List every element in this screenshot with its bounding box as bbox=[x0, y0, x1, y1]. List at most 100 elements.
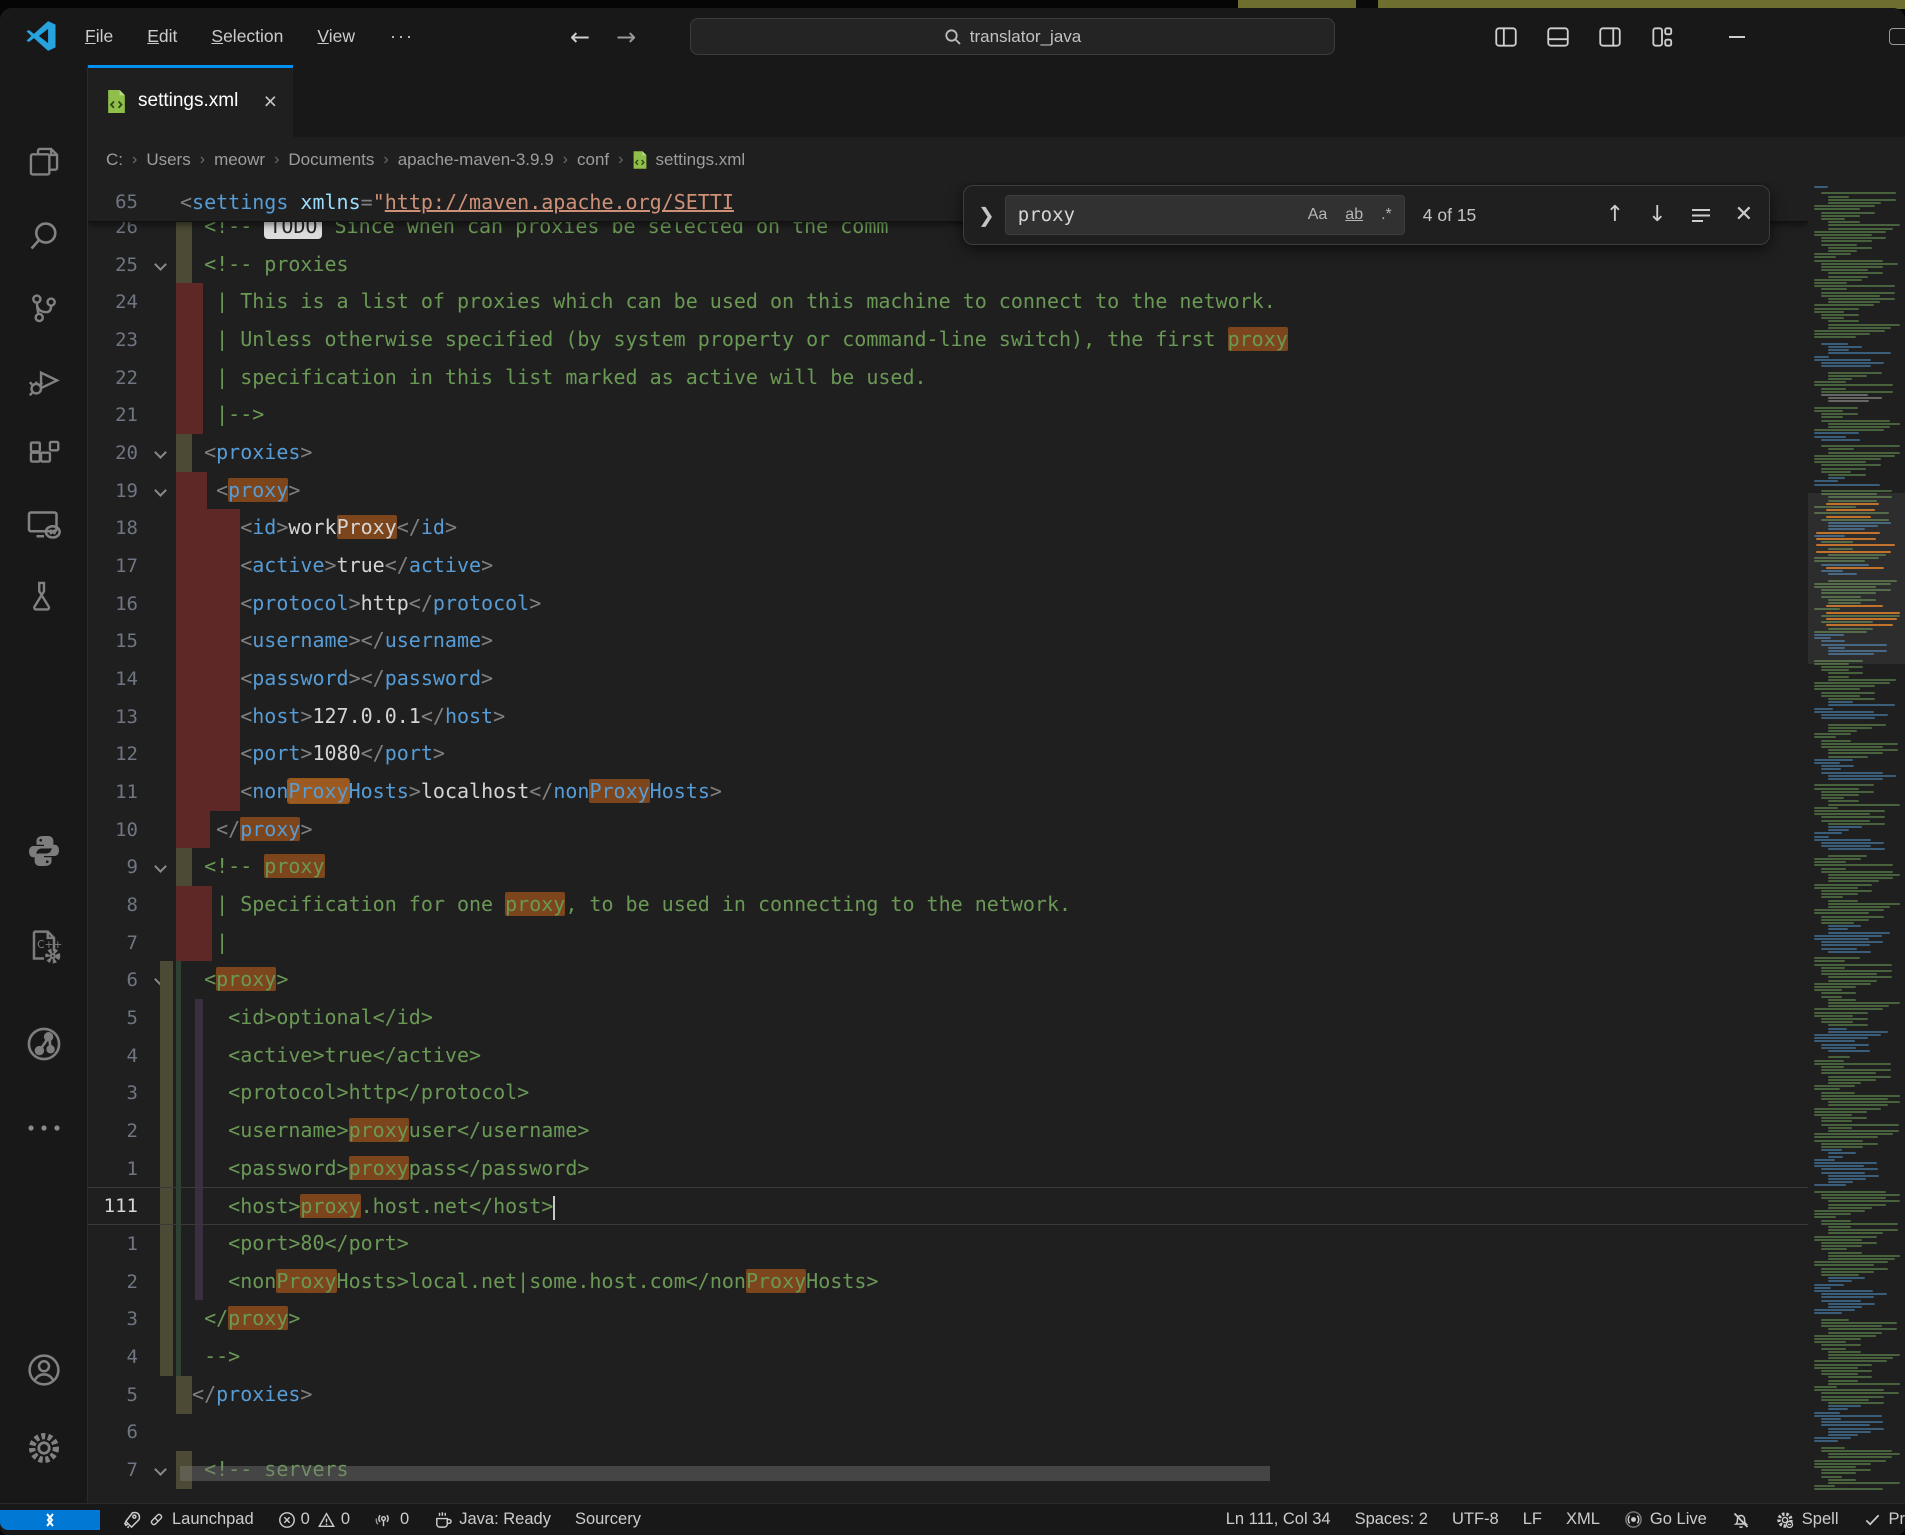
java-status-item[interactable]: Java: Ready bbox=[421, 1510, 563, 1529]
horizontal-scrollbar[interactable] bbox=[180, 1466, 1270, 1481]
code-line[interactable]: 25 <!-- proxies bbox=[88, 246, 1905, 284]
code-line[interactable]: 4 <active>true</active> bbox=[88, 1037, 1905, 1075]
tab-settings-xml[interactable]: settings.xml × bbox=[88, 65, 293, 137]
find-input[interactable]: proxy Aa ab .* bbox=[1005, 195, 1405, 235]
code-line[interactable]: 7 | bbox=[88, 924, 1905, 962]
code-line[interactable]: 12 <port>1080</port> bbox=[88, 735, 1905, 773]
testing-icon[interactable] bbox=[0, 577, 88, 615]
minimap-slider[interactable] bbox=[1808, 493, 1905, 664]
code-editor[interactable]: 26 <!-- TODO Since when can proxies be s… bbox=[88, 182, 1905, 1503]
code-line[interactable]: 3 <protocol>http</protocol> bbox=[88, 1074, 1905, 1112]
run-debug-icon[interactable] bbox=[0, 362, 88, 400]
fold-chevron-icon[interactable] bbox=[154, 861, 167, 874]
indentation-item[interactable]: Spaces: 2 bbox=[1343, 1510, 1440, 1529]
code-line[interactable]: 9 <!-- proxy bbox=[88, 848, 1905, 886]
spell-checker-item[interactable]: Spell bbox=[1763, 1510, 1851, 1530]
minimap[interactable] bbox=[1808, 182, 1905, 1503]
code-lines[interactable]: 26 <!-- TODO Since when can proxies be s… bbox=[88, 208, 1905, 1489]
cpp-tools-icon[interactable]: C++ bbox=[0, 926, 88, 966]
code-line[interactable]: 14 <password></password> bbox=[88, 660, 1905, 698]
breadcrumb-item-conf[interactable]: conf bbox=[577, 150, 609, 170]
command-center-search[interactable]: translator_java bbox=[690, 18, 1335, 55]
next-match-icon[interactable]: ↓ bbox=[1648, 204, 1666, 226]
code-line[interactable]: 10 </proxy> bbox=[88, 811, 1905, 849]
breadcrumb-item-drive[interactable]: C: bbox=[106, 150, 123, 170]
previous-match-icon[interactable]: ↑ bbox=[1606, 204, 1624, 226]
code-line[interactable]: 13 <host>127.0.0.1</host> bbox=[88, 698, 1905, 736]
code-line[interactable]: 19 <proxy> bbox=[88, 472, 1905, 510]
code-line[interactable]: 6 <proxy> bbox=[88, 961, 1905, 999]
problems-item[interactable]: 0 0 bbox=[266, 1510, 362, 1529]
code-line[interactable]: 1 <password>proxypass</password> bbox=[88, 1150, 1905, 1188]
code-line[interactable]: 3 </proxy> bbox=[88, 1300, 1905, 1338]
search-sidebar-icon[interactable] bbox=[0, 217, 88, 255]
current-code-line[interactable]: 111 <host>proxy.host.net</host> bbox=[88, 1187, 1905, 1225]
settings-gear-icon[interactable] bbox=[0, 1428, 88, 1468]
breadcrumb-item-maven[interactable]: apache-maven-3.9.9 bbox=[398, 150, 554, 170]
code-line[interactable]: 22 | specification in this list marked a… bbox=[88, 359, 1905, 397]
formatter-item[interactable]: Pr bbox=[1851, 1510, 1905, 1529]
customize-layout-icon[interactable] bbox=[1649, 24, 1675, 50]
code-line[interactable]: 16 <protocol>http</protocol> bbox=[88, 585, 1905, 623]
code-line[interactable]: 5 <id>optional</id> bbox=[88, 999, 1905, 1037]
eol-item[interactable]: LF bbox=[1511, 1510, 1554, 1529]
menu-file[interactable]: File bbox=[72, 20, 126, 53]
match-case-icon[interactable]: Aa bbox=[1304, 204, 1332, 226]
code-line[interactable]: 6 bbox=[88, 1414, 1905, 1452]
code-line[interactable]: 17 <active>true</active> bbox=[88, 547, 1905, 585]
remote-indicator[interactable] bbox=[0, 1510, 100, 1530]
toggle-panel-icon[interactable] bbox=[1545, 24, 1571, 50]
menu-selection[interactable]: Selection bbox=[198, 20, 296, 53]
toggle-secondary-sidebar-icon[interactable] bbox=[1597, 24, 1623, 50]
ports-item[interactable]: 0 bbox=[362, 1510, 421, 1529]
menu-view[interactable]: View bbox=[304, 20, 368, 53]
regex-icon[interactable]: .* bbox=[1377, 204, 1396, 226]
find-in-selection-icon[interactable] bbox=[1691, 206, 1711, 224]
launchpad-item[interactable]: Launchpad bbox=[110, 1510, 266, 1529]
go-back-icon[interactable]: ← bbox=[570, 23, 590, 51]
code-line[interactable]: 20 <proxies> bbox=[88, 434, 1905, 472]
additional-views-icon[interactable] bbox=[0, 1121, 88, 1135]
toggle-replace-chevron-icon[interactable]: ❯ bbox=[972, 203, 1005, 227]
cursor-position-item[interactable]: Ln 111, Col 34 bbox=[1214, 1510, 1343, 1529]
sourcery-item[interactable]: Sourcery bbox=[563, 1510, 653, 1529]
explorer-icon[interactable] bbox=[0, 143, 88, 181]
fold-chevron-icon[interactable] bbox=[154, 484, 167, 497]
encoding-item[interactable]: UTF-8 bbox=[1440, 1510, 1511, 1529]
minimize-button[interactable] bbox=[1729, 8, 1745, 65]
code-line[interactable]: 8 | Specification for one proxy, to be u… bbox=[88, 886, 1905, 924]
breadcrumb-item-users[interactable]: Users bbox=[146, 150, 190, 170]
code-line[interactable]: 11 <nonProxyHosts>localhost</nonProxyHos… bbox=[88, 773, 1905, 811]
code-line[interactable]: 15 <username></username> bbox=[88, 622, 1905, 660]
go-forward-icon[interactable]: → bbox=[616, 23, 636, 51]
fold-chevron-icon[interactable] bbox=[154, 1463, 167, 1476]
breadcrumb-item-file[interactable]: settings.xml bbox=[632, 150, 745, 170]
source-control-icon[interactable] bbox=[0, 289, 88, 327]
language-mode-item[interactable]: XML bbox=[1554, 1510, 1612, 1529]
python-icon[interactable] bbox=[0, 831, 88, 871]
fold-chevron-icon[interactable] bbox=[154, 258, 167, 271]
code-line[interactable]: 4 --> bbox=[88, 1338, 1905, 1376]
code-line[interactable]: 1 <port>80</port> bbox=[88, 1225, 1905, 1263]
extensions-icon[interactable] bbox=[0, 436, 88, 474]
code-line[interactable]: 2 <username>proxyuser</username> bbox=[88, 1112, 1905, 1150]
remote-explorer-icon[interactable] bbox=[0, 505, 88, 545]
breadcrumb-item-documents[interactable]: Documents bbox=[288, 150, 374, 170]
tab-close-icon[interactable]: × bbox=[264, 90, 277, 113]
vscode-logo-icon[interactable] bbox=[24, 19, 58, 58]
code-line[interactable]: 2 <nonProxyHosts>local.net|some.host.com… bbox=[88, 1263, 1905, 1301]
code-line[interactable]: 24 | This is a list of proxies which can… bbox=[88, 283, 1905, 321]
toggle-sidebar-icon[interactable] bbox=[1493, 24, 1519, 50]
maximize-button[interactable] bbox=[1889, 28, 1905, 45]
close-find-icon[interactable]: ✕ bbox=[1735, 204, 1753, 226]
live-share-icon[interactable] bbox=[0, 1023, 88, 1065]
menu-edit[interactable]: Edit bbox=[134, 20, 190, 53]
code-line[interactable]: 18 <id>workProxy</id> bbox=[88, 509, 1905, 547]
whole-word-icon[interactable]: ab bbox=[1341, 204, 1367, 226]
menu-more-ellipsis[interactable]: ··· bbox=[376, 22, 428, 51]
code-line[interactable]: 23 | Unless otherwise specified (by syst… bbox=[88, 321, 1905, 359]
code-line[interactable]: 21 |--> bbox=[88, 396, 1905, 434]
breadcrumb-item-user[interactable]: meowr bbox=[214, 150, 265, 170]
fold-chevron-icon[interactable] bbox=[154, 446, 167, 459]
account-icon[interactable] bbox=[0, 1350, 88, 1390]
